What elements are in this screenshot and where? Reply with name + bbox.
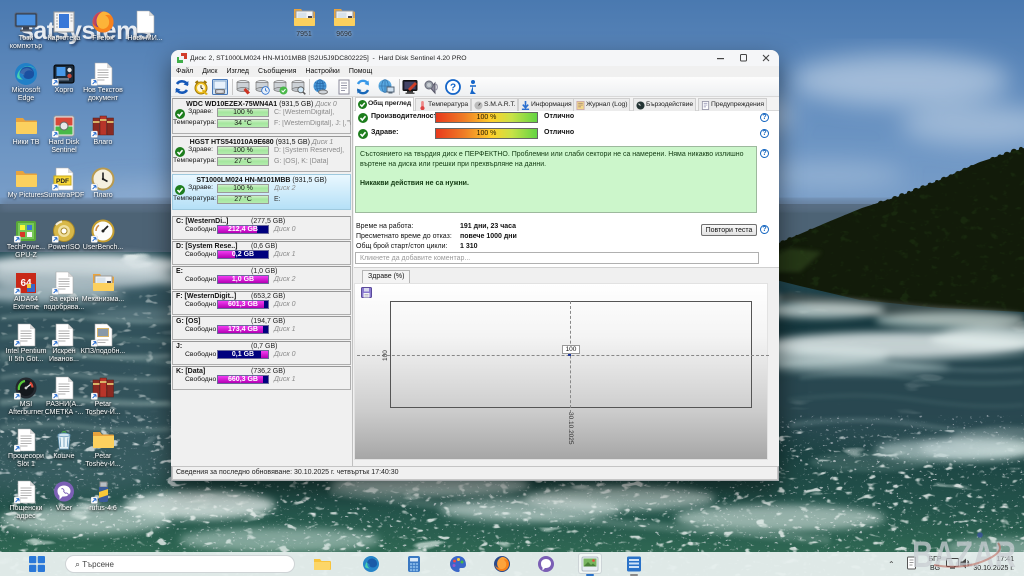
svg-text:BAZAR: BAZAR	[912, 534, 1016, 575]
svg-text:?: ?	[450, 83, 456, 94]
